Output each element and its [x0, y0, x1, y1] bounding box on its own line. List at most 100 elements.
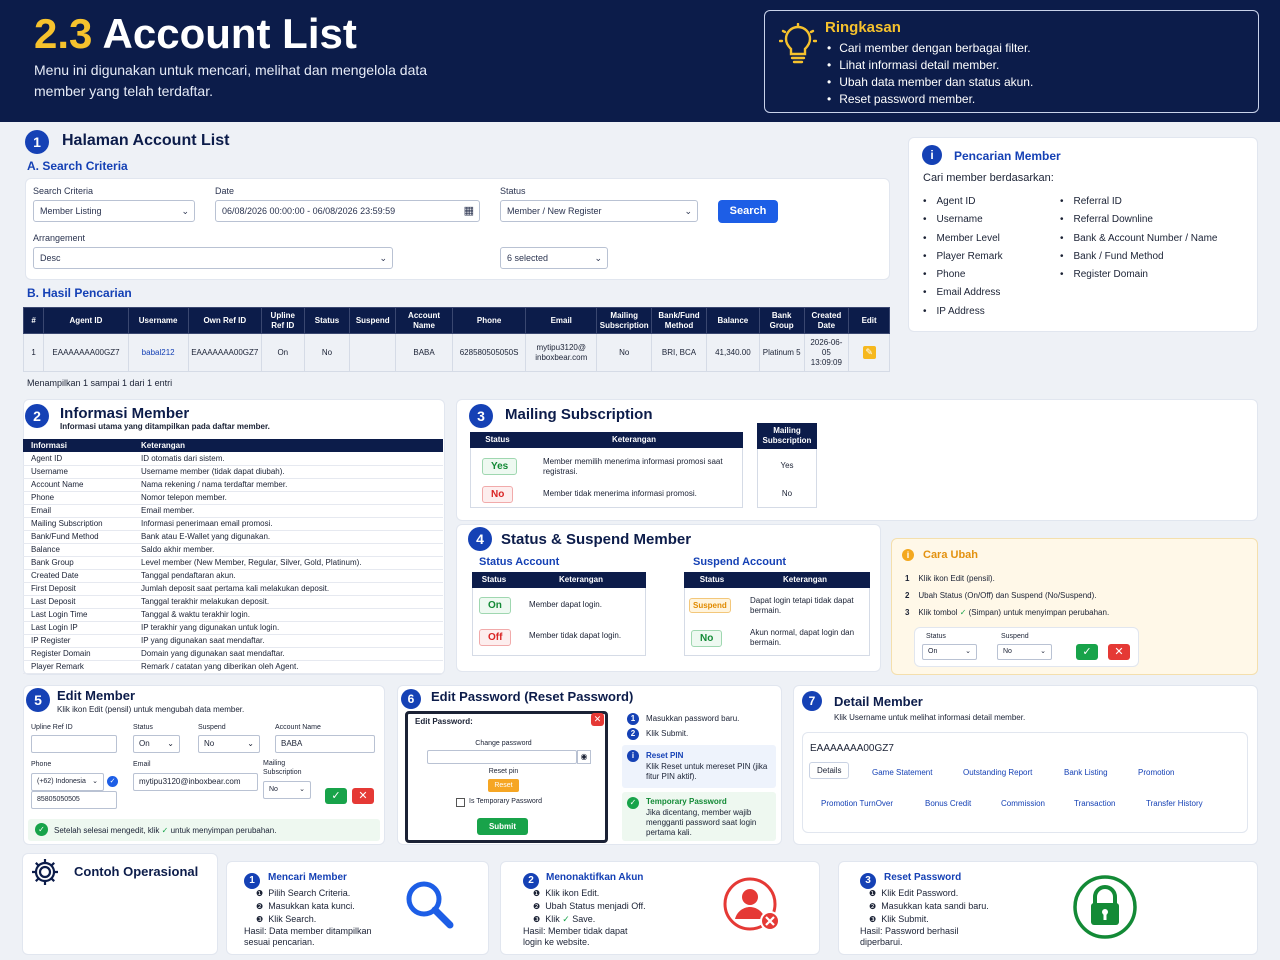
mailing-select[interactable]: No ⌄: [263, 781, 311, 799]
section-subtitle: Klik Username untuk melihat informasi de…: [834, 713, 1026, 722]
info-field: Agent ID: [23, 452, 133, 466]
example-result: Hasil: Data member ditampilkan sesuai pe…: [244, 926, 372, 947]
chevron-down-icon: ⌄: [181, 206, 189, 216]
suspend-select[interactable]: No ⌄: [997, 644, 1052, 660]
check-circle-icon: ✓: [627, 797, 639, 809]
tab-game-statement[interactable]: Game Statement: [872, 768, 932, 777]
contoh-title: Contoh Operasional: [74, 864, 199, 879]
tab-bank-listing[interactable]: Bank Listing: [1064, 768, 1108, 777]
col-header: Phone: [451, 307, 527, 334]
no-badge: No: [691, 630, 723, 647]
chevron-down-icon: ⌄: [299, 786, 305, 793]
info-row: Last Login Time Tanggal & waktu terakhir …: [23, 608, 443, 622]
info-row: Agent ID ID otomatis dari sistem.: [23, 452, 443, 466]
info-field: Player Remark: [23, 660, 133, 674]
edit-icon[interactable]: ✎: [862, 346, 876, 359]
check-icon: ✓: [331, 790, 341, 802]
save-button[interactable]: ✓: [1076, 644, 1098, 660]
tab-promotion-turnover[interactable]: Promotion TurnOver: [821, 799, 893, 808]
reset-button[interactable]: Reset: [488, 779, 519, 792]
submit-button[interactable]: Submit: [477, 818, 528, 835]
tab-transaction[interactable]: Transaction: [1074, 799, 1116, 808]
search-criteria-select[interactable]: Member Listing ⌄: [33, 200, 195, 222]
tab-commission[interactable]: Commission: [1001, 799, 1045, 808]
lightbulb-icon: [779, 23, 817, 64]
info-description: IP yang digunakan saat mendaftar.: [133, 634, 443, 648]
suspend-label: Suspend: [198, 724, 226, 731]
no-description: Member tidak menerima informasi promosi.: [543, 489, 697, 498]
change-password-label: Change password: [475, 740, 532, 747]
cancel-button[interactable]: ✕: [1108, 644, 1130, 660]
country-code-select[interactable]: (+62) Indonesia ⌄: [31, 773, 104, 791]
search-field: Member Level: [923, 230, 1003, 248]
date-range-input[interactable]: 06/08/2026 00:00:00 - 06/08/2026 23:59:5…: [215, 200, 480, 222]
status-select[interactable]: On ⌄: [133, 735, 180, 753]
user-blocked-icon: [723, 877, 780, 931]
detail-agent-id: EAAAAAAA00GZ7: [810, 743, 894, 754]
check-icon: ✓: [959, 608, 967, 617]
tab-details[interactable]: Details: [809, 762, 850, 779]
cell: [349, 333, 397, 372]
search-field: Referral ID: [1060, 193, 1217, 211]
search-button[interactable]: Search: [718, 200, 778, 223]
email-input[interactable]: mytipu3120@inboxbear.com: [133, 773, 258, 791]
close-dialog-button[interactable]: ✕: [591, 713, 604, 726]
status-select[interactable]: On ⌄: [922, 644, 977, 660]
upline-input[interactable]: [31, 735, 117, 753]
cell: mytipu3120@ inboxbear.com: [525, 333, 598, 372]
tab-promotion[interactable]: Promotion: [1138, 768, 1174, 777]
col-header: Username: [127, 307, 189, 334]
example-steps: ❶ Klik Edit Password. ❷ Masukkan kata sa…: [869, 888, 989, 924]
info-row: Bank/Fund Method Bank atau E-Wallet yang …: [23, 530, 443, 544]
example-title: Mencari Member: [268, 872, 347, 883]
tab-transfer-history[interactable]: Transfer History: [1146, 799, 1203, 808]
example-step: Masukkan kata sandi baru.: [881, 901, 989, 911]
info-field: Username: [23, 465, 133, 479]
account-name-input[interactable]: BABA: [275, 735, 375, 753]
example-step: Klik Edit Password.: [881, 888, 959, 898]
section-number: 6: [401, 689, 421, 709]
info-row: Last Login IP IP terakhir yang digunakan …: [23, 621, 443, 635]
username-link[interactable]: babal212: [127, 333, 189, 372]
col-header: Edit: [848, 307, 890, 334]
col-header: Keterangan: [133, 439, 443, 452]
member-info-table: Informasi Keterangan Agent ID ID otomatis …: [23, 439, 443, 674]
arrangement-select[interactable]: Desc ⌄: [33, 247, 393, 269]
example-step-prefix: Klik: [545, 914, 560, 924]
info-row: First Deposit Jumlah deposit saat pertama…: [23, 582, 443, 596]
col-header: Status: [470, 432, 525, 448]
cell: 41,340.00: [705, 333, 760, 372]
lock-icon: [1073, 875, 1137, 939]
col-header: Status: [303, 307, 351, 334]
search-field: Bank & Account Number / Name: [1060, 230, 1218, 248]
step-number: 1: [627, 713, 639, 725]
cara-step: Klik ikon Edit (pensil).: [918, 574, 995, 583]
account-table: # Agent ID Username Own Ref ID Upline Re…: [22, 307, 890, 372]
search-field: Bank / Fund Method: [1060, 248, 1217, 266]
info-description: Tanggal pendaftaran akun.: [133, 569, 443, 583]
eye-icon[interactable]: ◉: [577, 750, 591, 764]
tab-bonus-credit[interactable]: Bonus Credit: [925, 799, 971, 808]
cell: EAAAAAAA00GZ7: [43, 333, 129, 372]
example-title: Reset Password: [884, 872, 962, 883]
status-select[interactable]: Member / New Register ⌄: [500, 200, 698, 222]
info-field: Balance: [23, 543, 133, 557]
password-input[interactable]: [427, 750, 577, 764]
col-header: Informasi: [23, 439, 133, 452]
chevron-down-icon: ⌄: [379, 253, 387, 263]
info-description: Nomor telepon member.: [133, 491, 443, 505]
cancel-button[interactable]: ✕: [352, 788, 374, 804]
save-button[interactable]: ✓: [325, 788, 347, 804]
columns-multiselect[interactable]: 6 selected ⌄: [500, 247, 608, 269]
temporary-password-checkbox[interactable]: [456, 798, 465, 807]
info-description: Username member (tidak dapat diubah).: [133, 465, 443, 479]
edit-note-text: Setelah selesai mengedit, klik ✓ untuk m…: [54, 826, 277, 835]
tab-outstanding-report[interactable]: Outstanding Report: [963, 768, 1032, 777]
calendar-icon[interactable]: ▦: [464, 201, 474, 221]
search-member-intro: Cari member berdasarkan:: [923, 172, 1054, 184]
phone-input[interactable]: 85805050505: [31, 791, 117, 809]
chevron-down-icon: ⌄: [594, 253, 602, 263]
section-title: Informasi Member: [60, 405, 190, 422]
suspend-select[interactable]: No ⌄: [198, 735, 260, 753]
cell: No: [303, 333, 351, 372]
